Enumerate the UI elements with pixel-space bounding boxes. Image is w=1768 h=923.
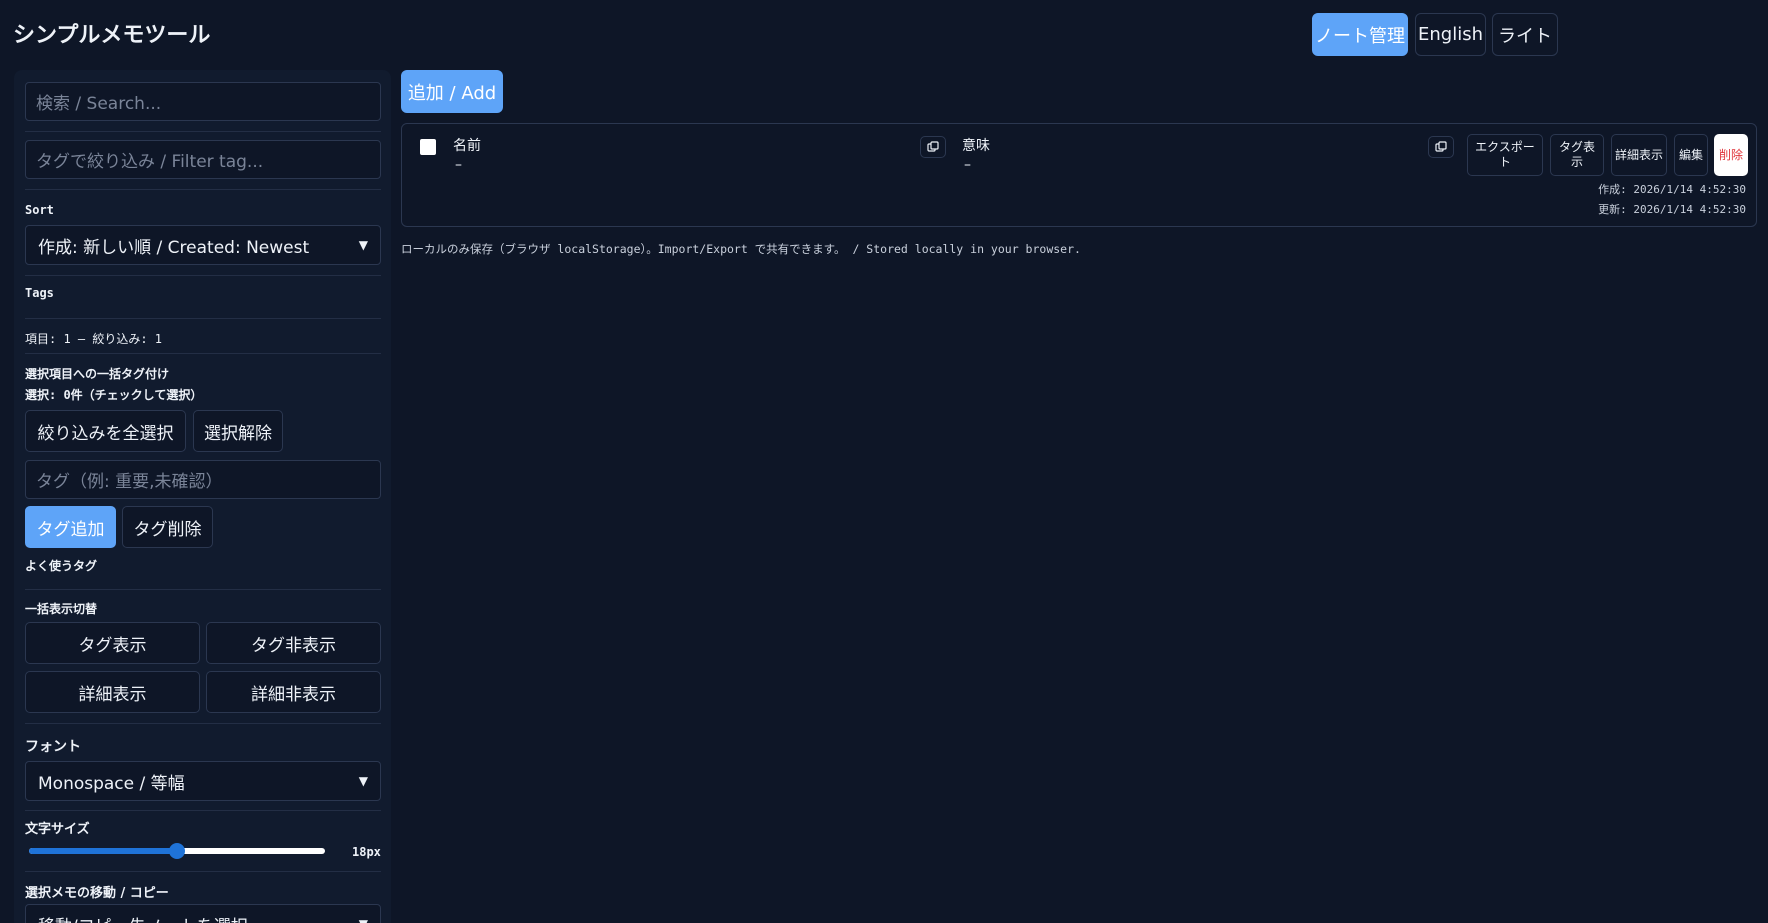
slider-thumb[interactable] — [169, 843, 185, 859]
bulk-display-label: 一括表示切替 — [25, 602, 98, 616]
chevron-down-icon: ▼ — [358, 238, 368, 252]
font-label: フォント — [25, 739, 81, 755]
bulk-tag-title: 選択項目への一括タグ付け — [25, 367, 170, 381]
edit-button[interactable]: 編集 — [1674, 134, 1708, 176]
note-card: 名前 – 意味 – エクスポート タグ表示 詳細表示 編集 削除 作成: 202… — [401, 123, 1757, 227]
theme-button[interactable]: ライト — [1492, 13, 1558, 56]
show-tags-button[interactable]: タグ表示 — [25, 622, 200, 664]
divider — [25, 589, 381, 590]
language-button[interactable]: English — [1415, 13, 1486, 56]
show-tags-card-button[interactable]: タグ表示 — [1550, 134, 1604, 176]
move-copy-select-value: 移動/コピー先ノートを選択 — [38, 912, 248, 923]
add-tag-button[interactable]: タグ追加 — [25, 506, 116, 548]
notes-manage-button[interactable]: ノート管理 — [1312, 13, 1408, 56]
font-size-label: 文字サイズ — [25, 822, 90, 837]
move-copy-label: 選択メモの移動 / コピー — [25, 886, 169, 901]
divider — [25, 871, 381, 872]
search-input[interactable]: 検索 / Search... — [25, 82, 381, 121]
move-copy-select[interactable]: 移動/コピー先ノートを選択 ▼ — [25, 904, 381, 923]
select-all-filtered-button[interactable]: 絞り込みを全選択 — [25, 410, 186, 452]
storage-note: ローカルのみ保存（ブラウザ localStorage）。Import/Expor… — [401, 242, 1081, 256]
delete-button[interactable]: 削除 — [1714, 134, 1748, 176]
hide-details-button[interactable]: 詳細非表示 — [206, 671, 381, 713]
updated-timestamp: 更新: 2026/1/14 4:52:30 — [1598, 203, 1746, 216]
item-counts: 項目: 1 — 絞り込み: 1 — [25, 332, 163, 346]
add-button[interactable]: 追加 / Add — [401, 70, 503, 113]
chevron-down-icon: ▼ — [358, 774, 368, 788]
name-value: – — [455, 157, 462, 173]
app-header: シンプルメモツール ノート管理 English ライト — [0, 0, 1768, 62]
font-size-value: 18px — [352, 845, 381, 859]
divider — [25, 189, 381, 190]
divider — [25, 275, 381, 276]
show-details-button[interactable]: 詳細表示 — [25, 671, 200, 713]
bulk-tag-input[interactable]: タグ（例: 重要,未確認） — [25, 460, 381, 499]
app-title: シンプルメモツール — [13, 23, 211, 48]
hide-tags-button[interactable]: タグ非表示 — [206, 622, 381, 664]
sort-label: Sort — [25, 203, 54, 217]
meaning-value: – — [964, 157, 971, 173]
divider — [25, 353, 381, 354]
chevron-down-icon: ▼ — [359, 917, 368, 923]
frequent-tags-label: よく使うタグ — [25, 559, 98, 573]
divider — [25, 131, 381, 132]
divider — [25, 810, 381, 811]
meaning-label: 意味 — [962, 138, 990, 154]
remove-tag-button[interactable]: タグ削除 — [122, 506, 213, 548]
font-size-slider[interactable] — [29, 843, 325, 859]
sort-select[interactable]: 作成: 新しい順 / Created: Newest ▼ — [25, 225, 381, 265]
clear-selection-button[interactable]: 選択解除 — [193, 410, 283, 452]
copy-name-button[interactable] — [920, 136, 946, 158]
sort-select-value: 作成: 新しい順 / Created: Newest — [38, 237, 310, 258]
divider — [25, 723, 381, 724]
copy-meaning-button[interactable] — [1428, 136, 1454, 158]
note-select-checkbox[interactable] — [420, 139, 436, 155]
copy-icon — [1435, 141, 1447, 152]
slider-fill — [29, 848, 177, 854]
details-button[interactable]: 詳細表示 — [1611, 134, 1667, 176]
copy-icon — [927, 141, 939, 152]
created-timestamp: 作成: 2026/1/14 4:52:30 — [1598, 183, 1746, 196]
name-label: 名前 — [453, 138, 481, 154]
divider — [25, 318, 381, 319]
tags-label: Tags — [25, 286, 54, 300]
export-button[interactable]: エクスポート — [1467, 134, 1543, 176]
selection-status: 選択: 0件（チェックして選択） — [25, 388, 203, 402]
font-select[interactable]: Monospace / 等幅 ▼ — [25, 761, 381, 801]
filter-tag-input[interactable]: タグで絞り込み / Filter tag... — [25, 140, 381, 179]
font-select-value: Monospace / 等幅 — [38, 773, 185, 794]
